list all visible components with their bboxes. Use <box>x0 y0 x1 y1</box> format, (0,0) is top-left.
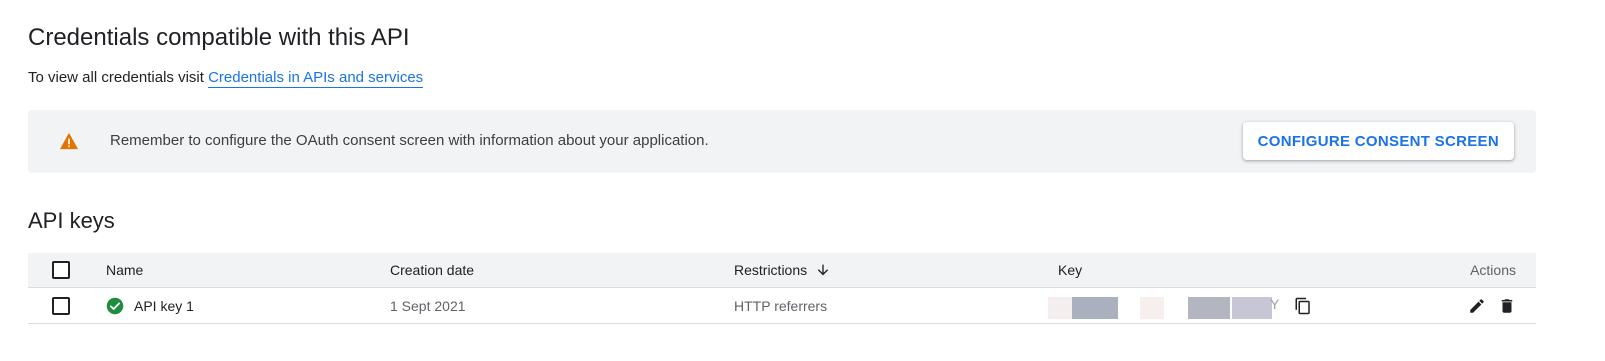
api-keys-heading: API keys <box>28 208 115 233</box>
column-header-key: Key <box>1058 262 1083 278</box>
table-header: Name Creation date Restrictions Key Acti… <box>28 253 1536 288</box>
api-keys-table: Name Creation date Restrictions Key Acti… <box>28 253 1536 324</box>
row-key-cell: Y <box>1048 288 1312 323</box>
select-all-checkbox[interactable] <box>52 261 70 279</box>
credentials-hint: To view all credentials visit Credential… <box>28 69 424 88</box>
check-circle-icon <box>106 297 124 314</box>
key-suffix: Y <box>1270 295 1280 312</box>
arrow-down-icon[interactable] <box>815 262 831 278</box>
copy-icon[interactable] <box>1294 297 1312 315</box>
credentials-link[interactable]: Credentials in APIs and services <box>208 69 424 88</box>
hint-text: To view all credentials visit <box>28 69 204 86</box>
restrictions-header-label: Restrictions <box>734 262 808 278</box>
redacted-key: Y <box>1048 294 1288 319</box>
column-header-name[interactable]: Name <box>106 253 143 287</box>
table-row: API key 1 1 Sept 2021 HTTP referrers Y <box>28 288 1536 324</box>
column-header-creation-date[interactable]: Creation date <box>390 253 474 287</box>
row-actions <box>1456 288 1516 323</box>
configure-consent-screen-button[interactable]: CONFIGURE CONSENT SCREEN <box>1242 122 1514 160</box>
oauth-consent-banner: Remember to configure the OAuth consent … <box>28 110 1536 173</box>
banner-message: Remember to configure the OAuth consent … <box>110 132 709 149</box>
column-header-restrictions[interactable]: Restrictions <box>734 253 831 287</box>
page-title: Credentials compatible with this API <box>28 24 410 51</box>
delete-trash-icon[interactable] <box>1498 297 1516 315</box>
column-header-actions: Actions <box>1470 262 1516 278</box>
edit-pencil-icon[interactable] <box>1468 297 1486 315</box>
row-name-cell: API key 1 <box>106 288 194 323</box>
warning-icon <box>60 132 78 150</box>
row-checkbox[interactable] <box>52 296 70 315</box>
row-creation-date: 1 Sept 2021 <box>390 297 466 314</box>
api-key-name-link[interactable]: API key 1 <box>134 298 194 314</box>
row-restrictions: HTTP referrers <box>734 297 828 314</box>
